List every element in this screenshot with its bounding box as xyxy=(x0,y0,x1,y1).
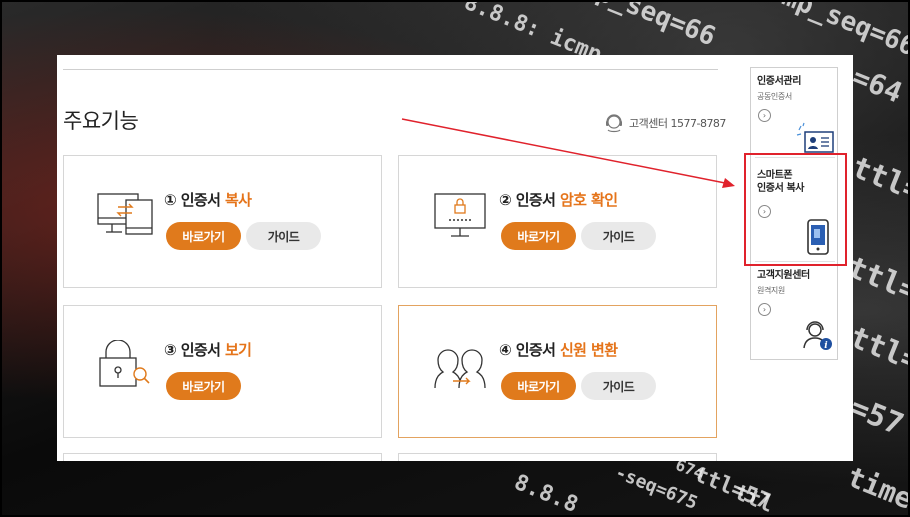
go-button[interactable]: 바로가기 xyxy=(166,222,241,250)
go-button[interactable]: 바로가기 xyxy=(166,372,241,400)
guide-button[interactable]: 가이드 xyxy=(246,222,321,250)
card-title-prefix: 인증서 xyxy=(515,341,556,359)
bg-code-line: time xyxy=(842,460,910,516)
section-title: 주요기능 xyxy=(63,109,139,133)
card-number: ③ xyxy=(164,341,177,359)
svg-text:i: i xyxy=(824,341,828,351)
headset-icon xyxy=(606,114,622,133)
people-convert-icon xyxy=(434,349,486,389)
chevron-right-icon[interactable]: › xyxy=(758,303,771,316)
bg-code-line: =64 xyxy=(847,60,907,110)
card-title: ③ 인증서 보기 xyxy=(164,339,252,360)
card-title: ④ 인증서 신원 변환 xyxy=(499,339,618,360)
card-title-highlight: 복사 xyxy=(224,191,252,209)
card-partial xyxy=(398,453,717,461)
smartphone-icon xyxy=(807,219,829,255)
card-title-highlight: 암호 확인 xyxy=(559,191,618,209)
support-agent-icon: i xyxy=(803,321,832,351)
card-certificate-copy: ① 인증서 복사 바로가기 가이드 xyxy=(63,155,382,288)
sidebar-item-title: 인증서 복사 xyxy=(757,183,805,194)
card-title: ① 인증서 복사 xyxy=(164,189,252,210)
divider xyxy=(63,69,718,70)
monitor-lock-icon xyxy=(434,193,486,237)
bg-code-line: =57 xyxy=(844,390,909,443)
card-number: ② xyxy=(499,191,512,209)
certificate-icon xyxy=(796,122,834,153)
card-certificate-view: ③ 인증서 보기 바로가기 xyxy=(63,305,382,438)
go-button[interactable]: 바로가기 xyxy=(501,222,576,250)
customer-center-phone: 고객센터 1577-8787 xyxy=(629,117,726,130)
sidebar-item-title: 스마트폰 xyxy=(757,170,793,181)
bg-code-line: 8.8.8 xyxy=(510,470,582,517)
sidebar-item-smartphone-copy[interactable]: 스마트폰 인증서 복사 › xyxy=(751,160,837,260)
go-button[interactable]: 바로가기 xyxy=(501,372,576,400)
divider xyxy=(755,157,835,158)
bg-code-line: ttl xyxy=(730,480,777,517)
sidebar-item-support-center[interactable]: 고객지원센터 원격지원 › i xyxy=(751,264,837,360)
customer-center: 고객센터 1577-8787 xyxy=(603,112,726,134)
divider xyxy=(755,261,835,262)
card-title: ② 인증서 암호 확인 xyxy=(499,189,618,210)
pc-transfer-icon xyxy=(97,193,153,235)
lock-search-icon xyxy=(99,340,150,387)
card-title-highlight: 보기 xyxy=(224,341,252,359)
card-number: ① xyxy=(164,191,177,209)
bg-code-line: ttl= xyxy=(846,150,910,210)
sidebar-item-subtitle: 원격지원 xyxy=(757,286,785,295)
sidebar-item-title: 인증서관리 xyxy=(757,76,802,87)
guide-button[interactable]: 가이드 xyxy=(581,222,656,250)
sidebar-item-subtitle: 공동인증서 xyxy=(757,92,792,101)
card-password-check: ② 인증서 암호 확인 바로가기 가이드 xyxy=(398,155,717,288)
sidebar-item-title: 고객지원센터 xyxy=(757,270,810,281)
card-identity-conversion: ④ 인증서 신원 변환 바로가기 가이드 xyxy=(398,305,717,438)
chevron-right-icon[interactable]: › xyxy=(758,109,771,122)
main-features-panel: 주요기능 고객센터 1577-8787 ① 인증서 복사 바로가기 가이드 ② … xyxy=(57,55,853,461)
bg-code-line: ttl=57 xyxy=(844,320,910,394)
card-title-prefix: 인증서 xyxy=(180,191,221,209)
card-title-prefix: 인증서 xyxy=(515,191,556,209)
sidebar-item-certificate-management[interactable]: 인증서관리 공동인증서 › xyxy=(751,68,837,156)
card-number: ④ xyxy=(499,341,512,359)
card-partial xyxy=(63,453,382,461)
chevron-right-icon[interactable]: › xyxy=(758,205,771,218)
guide-button[interactable]: 가이드 xyxy=(581,372,656,400)
card-title-prefix: 인증서 xyxy=(180,341,221,359)
card-title-highlight: 신원 변환 xyxy=(559,341,618,359)
quick-menu-sidebar: 인증서관리 공동인증서 › 스마트폰 인증서 복사 › 고객지원센터 원격지원 … xyxy=(750,67,838,360)
